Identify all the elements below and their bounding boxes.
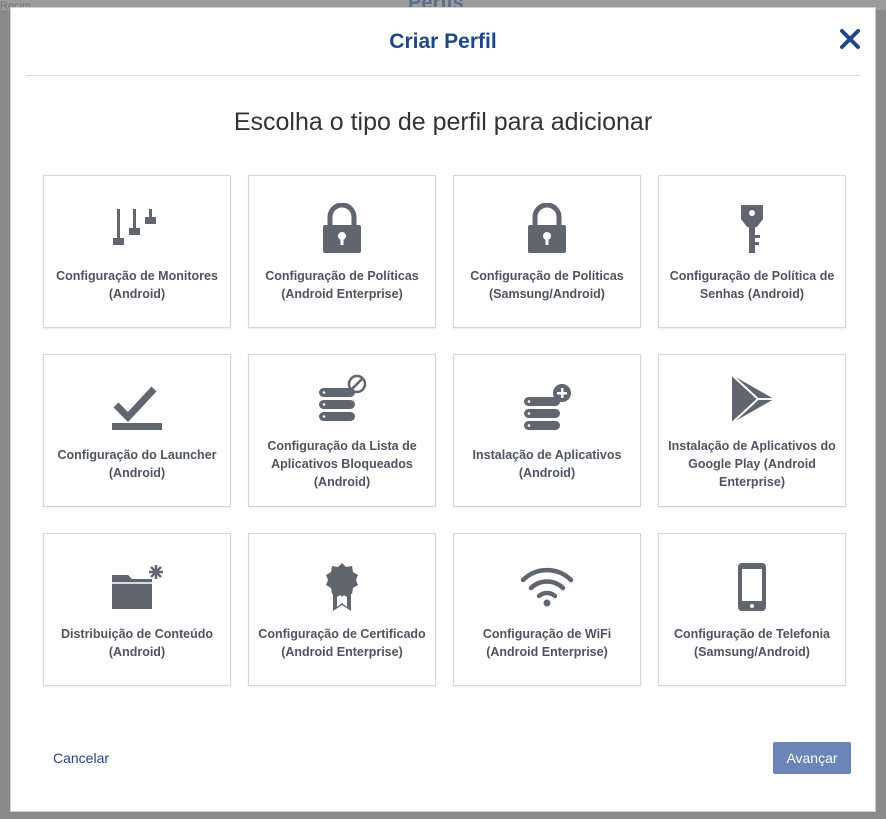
lock-icon [525,201,569,257]
card-label: Configuração de Políticas (Samsung/Andro… [470,268,624,301]
next-button[interactable]: Avançar [773,742,851,774]
server-add-icon [520,380,574,436]
play-store-icon [728,371,776,427]
folder-star-icon [110,559,164,615]
card-label: Configuração da Lista de Aplicativos Blo… [267,438,417,489]
card-label: Configuração de Telefonia (Samsung/Andro… [673,626,831,659]
server-blocked-icon [315,371,369,427]
create-profile-dialog: Criar Perfil Escolha o tipo de perfil pa… [10,7,876,812]
profile-card-password-policy[interactable]: Configuração de Política de Senhas (Andr… [658,175,846,328]
sliders-icon [109,201,165,257]
card-label: Distribuição de Conteúdo (Android) [60,626,214,659]
card-label: Configuração de Políticas (Android Enter… [265,268,419,301]
wifi-icon [520,559,574,615]
lock-icon [320,201,364,257]
profile-card-install-apps[interactable]: Instalação de Aplicativos (Android) [453,354,641,507]
card-label: Configuração de Certificado (Android Ent… [258,626,426,659]
profile-card-content-distribution[interactable]: Distribuição de Conteúdo (Android) [43,533,231,686]
profile-card-google-play[interactable]: Instalação de Aplicativos do Google Play… [658,354,846,507]
profile-type-grid: Configuração de Monitores (Android) Conf… [43,175,846,686]
dialog-subtitle: Escolha o tipo de perfil para adicionar [233,108,653,136]
card-label: Instalação de Aplicativos do Google Play… [668,438,836,489]
profile-card-telephony[interactable]: Configuração de Telefonia (Samsung/Andro… [658,533,846,686]
card-label: Configuração do Launcher (Android) [57,447,217,480]
profile-card-wifi[interactable]: Configuração de WiFi (Android Enterprise… [453,533,641,686]
key-icon [737,201,767,257]
card-label: Configuração de WiFi (Android Enterprise… [482,626,612,659]
profile-card-policies-samsung[interactable]: Configuração de Políticas (Samsung/Andro… [453,175,641,328]
profile-card-blocked-apps[interactable]: Configuração da Lista de Aplicativos Blo… [248,354,436,507]
close-icon[interactable] [837,26,863,52]
card-label: Configuração de Política de Senhas (Andr… [669,268,835,301]
dialog-title: Criar Perfil [389,30,497,53]
phone-icon [736,559,768,615]
header-divider [26,75,861,76]
profile-card-certificate[interactable]: Configuração de Certificado (Android Ent… [248,533,436,686]
profile-card-launcher[interactable]: Configuração do Launcher (Android) [43,354,231,507]
profile-card-policies-enterprise[interactable]: Configuração de Políticas (Android Enter… [248,175,436,328]
profile-card-monitors[interactable]: Configuração de Monitores (Android) [43,175,231,328]
card-label: Configuração de Monitores (Android) [56,268,218,301]
checkmark-tray-icon [110,380,164,436]
certificate-icon [322,559,362,615]
cancel-link[interactable]: Cancelar [53,750,109,766]
card-label: Instalação de Aplicativos (Android) [472,447,622,480]
